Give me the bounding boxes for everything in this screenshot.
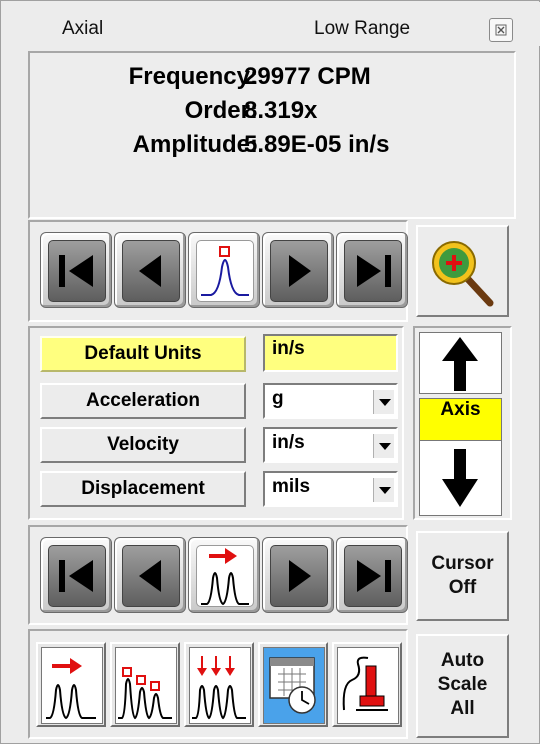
next-icon [289,560,311,592]
velocity-select[interactable]: in/s [263,427,398,463]
chevron-down-icon[interactable] [373,434,394,458]
peak-icon [201,246,249,296]
first-harmonic-button[interactable] [40,537,112,613]
previous-peak-button[interactable] [114,232,186,308]
title-bar: Axial Low Range [2,2,540,46]
axis-up-button[interactable] [419,332,502,394]
cursor-off-line2: Off [448,577,477,598]
first-peak-button[interactable] [40,232,112,308]
up-arrow-icon [442,337,478,391]
cursor-panel-window: Axial Low Range Frequency: 29977 CPM Ord… [0,0,540,744]
frequency-label: Frequency: [128,63,258,90]
order-value: 8.319x [244,97,318,124]
last-harmonic-button[interactable] [336,537,408,613]
default-units-field[interactable]: in/s [263,334,398,372]
next-icon [289,255,311,287]
order-row: Order: 8.319x [30,97,514,129]
default-units-button[interactable]: Default Units [40,336,246,372]
acceleration-button[interactable]: Acceleration [40,383,246,419]
harmonic-navigation-panel [28,525,408,625]
cursor-readout-panel: Frequency: 29977 CPM Order: 8.319x Ampli… [28,51,516,219]
velocity-select-value: in/s [272,432,305,453]
velocity-button[interactable]: Velocity [40,427,246,463]
first-icon [59,255,93,287]
last-icon [357,255,391,287]
date-time-tool-button[interactable] [258,642,328,727]
frequency-row: Frequency: 29977 CPM [30,63,514,95]
displacement-button[interactable]: Displacement [40,471,246,507]
trend-tool-button[interactable] [332,642,402,727]
units-panel: Default Units in/s Acceleration g Veloci… [28,326,404,520]
next-peak-button[interactable] [262,232,334,308]
chevron-down-icon[interactable] [373,390,394,414]
close-button[interactable] [489,18,513,42]
prev-icon [139,255,161,287]
down-arrow-icon [442,449,478,507]
harmonic-markers-icon [118,667,172,720]
auto-scale-line3: All [450,698,475,719]
chevron-down-icon[interactable] [373,478,394,502]
auto-scale-line1: Auto [440,650,485,671]
amplitude-value: 5.89E-05 in/s [244,131,390,158]
displacement-select[interactable]: mils [263,471,398,507]
harmonic-markers-tool-button[interactable] [110,642,180,727]
previous-harmonic-button[interactable] [114,537,186,613]
acceleration-select-value: g [272,388,284,409]
harmonic-cursor-tool-button[interactable] [36,642,106,727]
cursor-off-button[interactable]: Cursor Off [416,531,509,621]
amplitude-label: Amplitude: [132,131,258,158]
harmonic-arrow-icon [201,548,249,606]
axis-direction-label: Axial [62,18,104,39]
auto-scale-line2: Scale [437,674,488,695]
close-icon [495,24,507,36]
sideband-markers-tool-button[interactable] [184,642,254,727]
zoom-button[interactable] [416,225,509,317]
tool-panel [28,629,408,739]
first-icon [59,560,93,592]
calendar-clock-icon [269,657,316,714]
axis-control: Axis [413,326,512,520]
harmonic-cursor-button[interactable] [188,537,260,613]
peak-search-button[interactable] [188,232,260,308]
cursor-off-line1: Cursor [431,553,494,574]
last-peak-button[interactable] [336,232,408,308]
zoom-icon [432,241,494,307]
auto-scale-all-button[interactable]: Auto Scale All [416,634,509,738]
frequency-value: 29977 CPM [244,63,371,90]
acceleration-select[interactable]: g [263,383,398,419]
trend-icon [342,656,388,711]
range-label: Low Range [314,18,411,39]
last-icon [357,560,391,592]
displacement-select-value: mils [272,476,311,497]
axis-down-button[interactable] [419,440,502,516]
axis-label: Axis [419,398,502,442]
amplitude-row: Amplitude: 5.89E-05 in/s [30,131,514,163]
harmonic-down-arrows-icon [192,656,246,720]
harmonic-arrow-icon [46,658,96,720]
peak-navigation-panel [28,220,408,322]
next-harmonic-button[interactable] [262,537,334,613]
prev-icon [139,560,161,592]
